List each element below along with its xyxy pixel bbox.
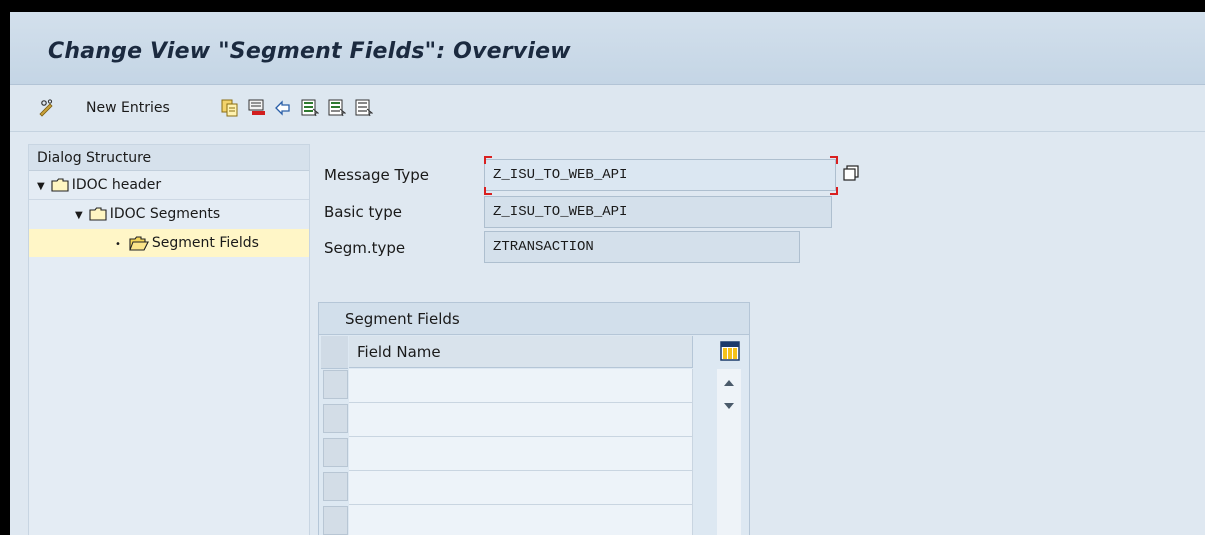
leaf-bullet-icon: •	[115, 239, 121, 250]
row-selector[interactable]	[323, 472, 348, 501]
scroll-down-icon[interactable]	[723, 402, 735, 410]
table-title: Segment Fields	[319, 303, 749, 335]
focus-marker	[830, 156, 838, 164]
basic-type-label: Basic type	[324, 203, 402, 221]
table-row[interactable]	[349, 437, 693, 471]
segm-type-label: Segm.type	[324, 239, 406, 257]
tree-item-segment-fields[interactable]: • Segment Fields	[29, 229, 309, 257]
select-all-rows-button[interactable]	[321, 336, 348, 369]
application-toolbar: New Entries	[10, 85, 1205, 132]
basic-type-field: Z_ISU_TO_WEB_API	[484, 196, 832, 228]
tree-item-label: IDOC header	[71, 177, 162, 193]
sap-window: Change View "Segment Fields": Overview N…	[10, 12, 1205, 535]
value-help-icon[interactable]	[843, 165, 859, 181]
tree-item-label: Segment Fields	[151, 235, 259, 251]
row-selector[interactable]	[323, 404, 348, 433]
table-row[interactable]	[349, 369, 693, 403]
focus-marker	[830, 187, 838, 195]
select-block-icon[interactable]	[328, 99, 346, 117]
table-row[interactable]	[349, 505, 693, 535]
new-entries-button[interactable]: New Entries	[86, 100, 170, 116]
open-folder-icon	[129, 235, 149, 251]
dialog-structure-header: Dialog Structure	[29, 145, 309, 171]
dialog-structure-pane: Dialog Structure ▼ IDOC header ▼ IDOC Segm…	[28, 144, 310, 535]
title-bar: Change View "Segment Fields": Overview	[10, 12, 1205, 85]
tree-item-label: IDOC Segments	[109, 206, 221, 222]
expand-triangle-icon[interactable]: ▼	[75, 202, 83, 230]
row-selector[interactable]	[323, 506, 348, 535]
edit-toggle-icon[interactable]	[38, 99, 56, 117]
row-selector[interactable]	[323, 438, 348, 467]
segment-fields-table: Segment Fields Field Name	[318, 302, 750, 535]
undo-icon[interactable]	[274, 99, 292, 117]
deselect-all-icon[interactable]	[355, 99, 373, 117]
scroll-up-icon[interactable]	[723, 379, 735, 387]
page-title: Change View "Segment Fields": Overview	[48, 39, 571, 64]
folder-icon	[51, 178, 69, 192]
row-selector[interactable]	[323, 370, 348, 399]
delete-icon[interactable]	[248, 99, 266, 117]
focus-marker	[484, 156, 492, 164]
column-header-field-name[interactable]: Field Name	[349, 336, 693, 368]
main-content: Dialog Structure ▼ IDOC header ▼ IDOC Segm…	[10, 132, 1205, 535]
expand-triangle-icon[interactable]: ▼	[37, 173, 45, 201]
focus-marker	[484, 187, 492, 195]
message-type-field[interactable]: Z_ISU_TO_WEB_API	[484, 159, 836, 191]
folder-icon	[89, 207, 107, 221]
tree-item-idoc-header[interactable]: ▼ IDOC header	[37, 171, 307, 199]
table-row[interactable]	[349, 403, 693, 437]
copy-icon[interactable]	[221, 99, 239, 117]
table-settings-icon[interactable]	[720, 341, 740, 361]
table-row[interactable]	[349, 471, 693, 505]
select-all-icon[interactable]	[301, 99, 319, 117]
tree-item-idoc-segments[interactable]: ▼ IDOC Segments	[75, 200, 307, 228]
message-type-label: Message Type	[324, 166, 429, 184]
vertical-scrollbar[interactable]	[717, 369, 741, 535]
segm-type-field: ZTRANSACTION	[484, 231, 800, 263]
